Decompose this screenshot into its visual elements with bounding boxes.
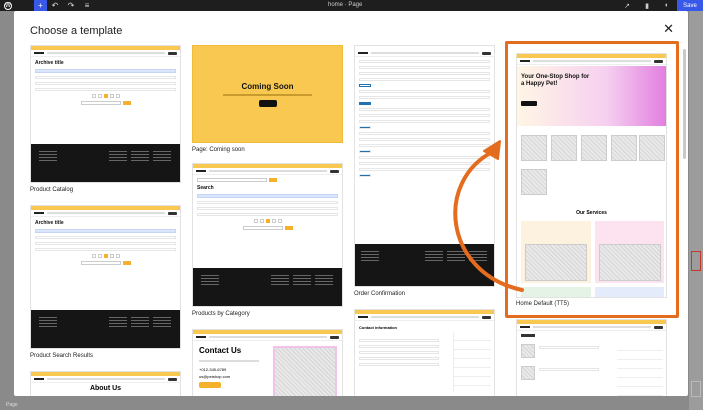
styles-button[interactable]: ◐ xyxy=(657,0,677,11)
plus-icon: + xyxy=(38,1,43,10)
settings-button[interactable]: ▮ xyxy=(637,0,657,11)
redo-icon: ↷ xyxy=(67,1,75,10)
undo-button[interactable]: ↶ xyxy=(47,0,63,11)
half-circle-icon: ◐ xyxy=(664,2,670,9)
curved-arrow-annotation xyxy=(453,140,524,292)
template-chooser-modal: Choose a template ✕ Archive title Produc… xyxy=(14,11,688,396)
right-sidebar-dimmed xyxy=(689,11,703,410)
save-button[interactable]: Save xyxy=(677,0,703,11)
redo-button[interactable]: ↷ xyxy=(63,0,79,11)
dimmed-element xyxy=(691,381,701,397)
editor-breadcrumb: Page xyxy=(6,402,18,408)
list-view-button[interactable]: ≡ xyxy=(79,0,95,11)
dimmed-element xyxy=(691,251,701,271)
undo-icon: ↶ xyxy=(51,1,59,10)
view-button[interactable]: ↗ xyxy=(617,0,637,11)
wordpress-logo-icon[interactable]: W xyxy=(0,0,16,11)
add-block-button[interactable]: + xyxy=(34,0,47,11)
external-link-icon: ↗ xyxy=(624,2,630,10)
list-view-icon: ≡ xyxy=(84,1,90,10)
sidebar-icon: ▮ xyxy=(645,2,649,10)
document-title[interactable]: home · Page xyxy=(328,0,362,11)
editor-top-bar: W + ↶ ↷ ≡ home · Page ↗ ▮ ◐ Save xyxy=(0,0,703,11)
